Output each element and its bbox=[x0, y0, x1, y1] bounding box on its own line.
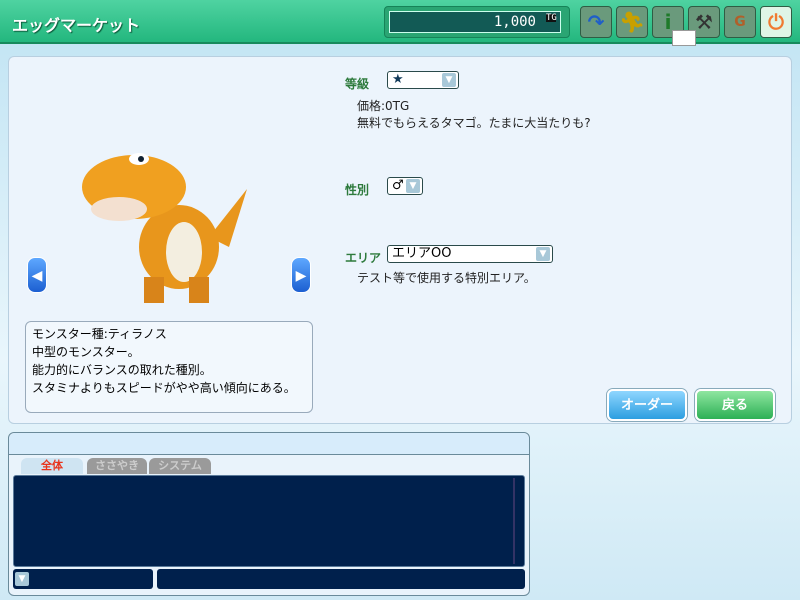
power-icon[interactable]: ⏻ bbox=[760, 6, 792, 38]
chevron-down-icon: ▼ bbox=[442, 73, 456, 87]
back-button[interactable]: 戻る bbox=[695, 389, 775, 421]
grade-value: ★ bbox=[392, 72, 404, 87]
monster-description: モンスター種:ティラノス 中型のモンスター。 能力的にバランスの取れた種別。 ス… bbox=[25, 321, 313, 413]
area-select[interactable]: エリアOO ▼ bbox=[387, 245, 553, 263]
tab-whisper[interactable]: ささやき bbox=[87, 458, 147, 474]
chat-input[interactable] bbox=[157, 569, 525, 589]
egg-market-panel: ◀ ▶ モンスター種:ティラノス 中型のモンスター。 能力的にバランスの取れた種… bbox=[8, 56, 792, 424]
window-title: エッグマーケット bbox=[12, 16, 141, 35]
next-monster-button[interactable]: ▶ bbox=[291, 257, 311, 293]
title-bar: エッグマーケット 1,000 TG ↷ 🏃︎ i ⚒ G ⏻ bbox=[0, 0, 800, 46]
chevron-down-icon: ▼ bbox=[15, 572, 29, 586]
desc-line: スタミナよりもスピードがやや高い傾向にある。 bbox=[32, 381, 296, 395]
chevron-down-icon: ▼ bbox=[536, 247, 550, 261]
area-description: テスト等で使用する特別エリア。 bbox=[357, 271, 536, 285]
grade-label: 等級 bbox=[345, 77, 370, 91]
money-amount: 1,000 bbox=[493, 14, 536, 30]
desc-line: 中型のモンスター。 bbox=[32, 345, 140, 359]
gender-label: 性別 bbox=[345, 183, 370, 197]
desc-line: 能力的にバランスの取れた種別。 bbox=[32, 363, 212, 377]
order-button[interactable]: オーダー bbox=[607, 389, 687, 421]
tab-all[interactable]: 全体 bbox=[21, 458, 83, 474]
monster-image bbox=[82, 153, 247, 303]
area-value: エリアOO bbox=[392, 246, 452, 261]
mail-icon[interactable] bbox=[672, 30, 696, 46]
chat-channel-select[interactable]: ▼ bbox=[13, 569, 153, 589]
desc-line: モンスター種:ティラノス bbox=[32, 327, 167, 341]
tab-system[interactable]: システム bbox=[149, 458, 211, 474]
price-text: 価格:0TG bbox=[357, 99, 410, 113]
return-icon[interactable]: ↷ bbox=[580, 6, 612, 38]
chat-window: 全体 ささやき システム ▼ bbox=[8, 432, 530, 596]
run-icon[interactable]: 🏃︎ bbox=[616, 6, 648, 38]
grade-description: 無料でもらえるタマゴ。たまに大当たりも? bbox=[357, 116, 591, 130]
money-bag-icon[interactable]: G bbox=[724, 6, 756, 38]
gender-select[interactable]: ♂ ▼ bbox=[387, 177, 423, 195]
chat-log bbox=[13, 475, 525, 567]
currency-label: TG bbox=[546, 13, 557, 23]
chevron-down-icon: ▼ bbox=[406, 179, 420, 193]
chat-header bbox=[9, 433, 529, 455]
money-display: 1,000 TG bbox=[384, 6, 570, 38]
previous-monster-button[interactable]: ◀ bbox=[27, 257, 47, 293]
grade-select[interactable]: ★ ▼ bbox=[387, 71, 459, 89]
area-label: エリア bbox=[345, 251, 382, 265]
gender-value: ♂ bbox=[392, 178, 404, 193]
chat-scrollbar[interactable] bbox=[513, 478, 521, 564]
